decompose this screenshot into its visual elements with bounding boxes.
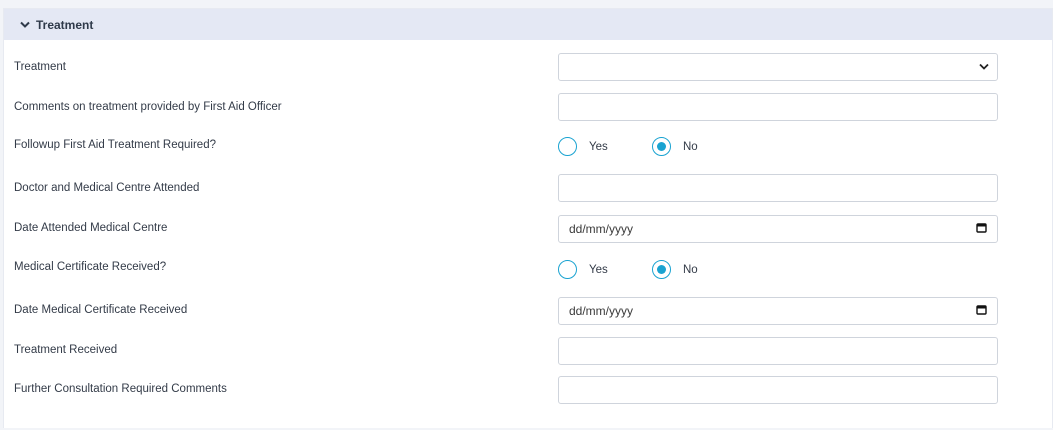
followup-no-radio[interactable] [652, 137, 671, 156]
calendar-icon[interactable] [976, 222, 987, 236]
certificate-no-option[interactable]: No [652, 260, 698, 279]
comments-label: Comments on treatment provided by First … [14, 101, 282, 113]
treatment-received-label: Treatment Received [14, 344, 118, 356]
treatment-received-input[interactable] [558, 337, 998, 365]
further-comments-label: Further Consultation Required Comments [14, 383, 227, 395]
date-certificate-input[interactable]: dd/mm/yyyy [558, 297, 998, 325]
followup-label: Followup First Aid Treatment Required? [14, 139, 216, 151]
certificate-yes-option[interactable]: Yes [558, 260, 652, 279]
followup-no-option[interactable]: No [652, 137, 698, 156]
certificate-yes-radio[interactable] [558, 260, 577, 279]
certificate-radio-group: Yes No [558, 260, 698, 279]
doctor-label: Doctor and Medical Centre Attended [14, 182, 200, 194]
followup-yes-label[interactable]: Yes [589, 141, 608, 153]
certificate-no-radio[interactable] [652, 260, 671, 279]
certificate-no-label[interactable]: No [683, 264, 698, 276]
followup-radio-group: Yes No [558, 137, 698, 156]
date-attended-placeholder: dd/mm/yyyy [569, 222, 634, 236]
treatment-label: Treatment [14, 61, 66, 73]
section-title: Treatment [36, 17, 94, 32]
date-certificate-placeholder: dd/mm/yyyy [569, 304, 634, 318]
treatment-section-header[interactable]: Treatment [4, 9, 1052, 40]
certificate-yes-label[interactable]: Yes [589, 264, 608, 276]
doctor-input[interactable] [558, 174, 998, 202]
calendar-icon[interactable] [976, 304, 987, 318]
treatment-select[interactable] [558, 53, 998, 81]
chevron-down-icon [979, 60, 989, 74]
comments-input[interactable] [558, 93, 998, 121]
further-comments-input[interactable] [558, 376, 998, 404]
date-certificate-label: Date Medical Certificate Received [14, 304, 188, 316]
chevron-down-icon [20, 19, 32, 31]
date-attended-label: Date Attended Medical Centre [14, 222, 168, 234]
date-attended-input[interactable]: dd/mm/yyyy [558, 215, 998, 243]
followup-no-label[interactable]: No [683, 141, 698, 153]
radio-selected-dot [657, 142, 666, 151]
radio-selected-dot [657, 265, 666, 274]
followup-yes-option[interactable]: Yes [558, 137, 652, 156]
certificate-label: Medical Certificate Received? [14, 261, 167, 273]
followup-yes-radio[interactable] [558, 137, 577, 156]
